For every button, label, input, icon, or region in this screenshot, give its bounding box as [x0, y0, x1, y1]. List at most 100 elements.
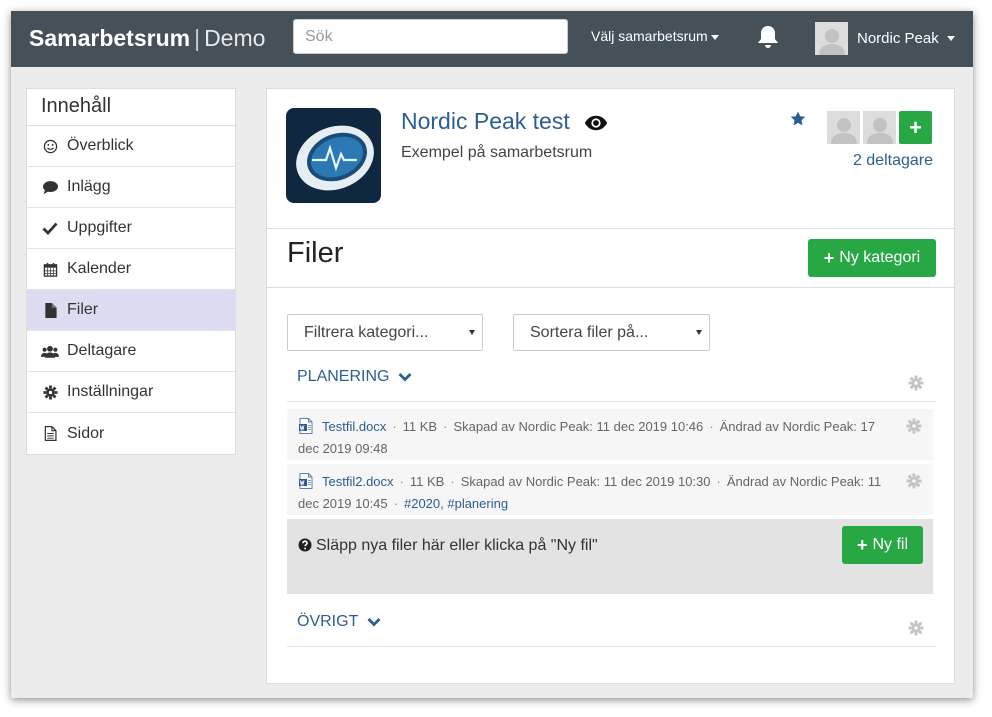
- separator-dot: ·: [399, 474, 404, 489]
- sidebar-item-pages[interactable]: Sidor: [27, 413, 235, 454]
- plus-icon: +: [823, 247, 835, 268]
- category-filter-value: Filtrera kategori...: [304, 323, 429, 341]
- category-toggle[interactable]: ÖVRIGT: [297, 613, 381, 632]
- app-window: Samarbetsrum|Demo Välj samarbetsrum Nord…: [11, 11, 973, 698]
- category-toggle[interactable]: PLANERING: [297, 368, 412, 387]
- category-name: PLANERING: [297, 368, 390, 385]
- sidebar-item-label: Filer: [67, 301, 99, 318]
- separator-dot: ·: [709, 419, 714, 434]
- category-settings-gear-icon[interactable]: [908, 375, 924, 391]
- sidebar-item-overview[interactable]: Överblick: [27, 126, 235, 167]
- member-avatar[interactable]: [863, 111, 896, 144]
- cog-icon: [41, 384, 59, 400]
- user-avatar: [815, 21, 848, 55]
- main-panel: Nordic Peak test Exempel på samarbetsrum…: [266, 88, 956, 684]
- sidebar-item-label: Inställningar: [67, 383, 154, 400]
- member-avatar[interactable]: [827, 111, 860, 144]
- new-file-button[interactable]: + Ny fil: [842, 526, 923, 564]
- dropzone-message: Släpp nya filer här eller klicka på "Ny …: [298, 537, 598, 557]
- word-document-icon: [298, 418, 314, 439]
- member-count-link[interactable]: 2 deltagare: [853, 152, 933, 170]
- document-icon: [41, 426, 59, 442]
- person-icon: [866, 118, 893, 144]
- plus-icon: +: [856, 534, 868, 555]
- file-created: Skapad av Nordic Peak: 11 dec 2019 10:46: [453, 419, 704, 434]
- category-header-planering: PLANERING: [287, 362, 936, 402]
- file-icon: [41, 302, 59, 318]
- person-icon: [818, 28, 845, 55]
- new-category-label: Ny kategori: [839, 249, 921, 266]
- user-menu[interactable]: Nordic Peak: [815, 21, 955, 55]
- sidebar-item-posts[interactable]: Inlägg: [27, 167, 235, 208]
- new-category-button[interactable]: + Ny kategori: [808, 239, 936, 277]
- sidebar-item-label: Deltagare: [67, 342, 137, 359]
- chevron-down-icon: [398, 369, 412, 387]
- chevron-down-icon: [367, 614, 381, 632]
- sidebar-item-label: Uppgifter: [67, 219, 132, 236]
- person-icon: [830, 118, 857, 144]
- workspace-logo: [286, 108, 381, 203]
- favorite-star-icon[interactable]: [790, 111, 806, 131]
- workspace-dropdown[interactable]: Välj samarbetsrum: [591, 28, 719, 44]
- file-size: 11 KB: [409, 474, 445, 489]
- sidebar-title: Innehåll: [27, 89, 235, 126]
- new-file-label: Ny fil: [872, 536, 909, 553]
- file-size: 11 KB: [402, 419, 438, 434]
- comment-icon: [41, 179, 59, 195]
- file-settings-gear-icon[interactable]: [906, 473, 922, 489]
- separator-dot: ·: [393, 496, 398, 511]
- file-row[interactable]: Testfil.docx · 11 KB · Skapad av Nordic Peak…: [287, 409, 933, 460]
- search-input[interactable]: [293, 19, 568, 54]
- notifications-bell-icon[interactable]: [756, 24, 780, 50]
- page-title: Filer: [287, 237, 344, 269]
- sidebar-item-participants[interactable]: Deltagare: [27, 331, 235, 372]
- workspace-dropdown-label: Välj samarbetsrum: [591, 28, 708, 44]
- file-name-link[interactable]: Testfil.docx: [322, 419, 386, 434]
- word-document-icon: [298, 473, 314, 494]
- sort-files-value: Sortera filer på...: [530, 323, 649, 341]
- calendar-icon: [41, 261, 59, 277]
- caret-down-icon: [696, 330, 702, 335]
- separator-dot: ·: [443, 419, 448, 434]
- eye-icon[interactable]: [584, 110, 608, 137]
- sidebar-item-settings[interactable]: Inställningar: [27, 372, 235, 413]
- file-tags[interactable]: #2020, #planering: [404, 496, 508, 511]
- divider: [267, 287, 956, 288]
- sidebar-item-label: Inlägg: [67, 178, 111, 195]
- brand-main: Samarbetsrum: [29, 25, 191, 51]
- workspace-title: Nordic Peak test: [401, 108, 608, 137]
- separator-dot: ·: [392, 419, 397, 434]
- check-icon: [41, 220, 59, 236]
- brand-sub: Demo: [204, 25, 266, 51]
- file-settings-gear-icon[interactable]: [906, 418, 922, 434]
- separator-dot: ·: [716, 474, 721, 489]
- sidebar-item-calendar[interactable]: Kalender: [27, 249, 235, 290]
- category-header-ovrigt: ÖVRIGT: [287, 607, 936, 647]
- top-navbar: Samarbetsrum|Demo Välj samarbetsrum Nord…: [11, 11, 973, 67]
- brand-logo[interactable]: Samarbetsrum | Demo: [29, 25, 265, 52]
- users-icon: [41, 343, 59, 359]
- caret-down-icon: [946, 35, 955, 41]
- divider: [267, 228, 956, 229]
- file-dropzone[interactable]: Släpp nya filer här eller klicka på "Ny …: [287, 519, 933, 594]
- sidebar-item-label: Sidor: [67, 424, 105, 442]
- add-member-button[interactable]: +: [899, 111, 932, 144]
- separator-dot: ·: [450, 474, 455, 489]
- workspace-title-text: Nordic Peak test: [401, 108, 570, 134]
- sidebar-item-label: Kalender: [67, 260, 132, 277]
- category-filter-select[interactable]: Filtrera kategori...: [287, 314, 483, 351]
- workspace-description: Exempel på samarbetsrum: [401, 144, 593, 161]
- sidebar-item-tasks[interactable]: Uppgifter: [27, 208, 235, 249]
- category-name: ÖVRIGT: [297, 613, 359, 630]
- sidebar: Innehåll Överblick Inlägg Uppgifter Kale…: [26, 88, 236, 455]
- category-settings-gear-icon[interactable]: [908, 620, 924, 636]
- dropzone-text: Släpp nya filer här eller klicka på "Ny …: [316, 537, 598, 554]
- file-row[interactable]: Testfil2.docx · 11 KB · Skapad av Nordic Pea…: [287, 464, 933, 515]
- caret-down-icon: [710, 34, 719, 40]
- sort-files-select[interactable]: Sortera filer på...: [513, 314, 710, 351]
- sidebar-item-files[interactable]: Filer: [27, 290, 235, 331]
- file-name-link[interactable]: Testfil2.docx: [322, 474, 394, 489]
- caret-down-icon: [469, 330, 475, 335]
- member-avatars: +: [827, 111, 932, 144]
- brand-separator: |: [194, 25, 201, 51]
